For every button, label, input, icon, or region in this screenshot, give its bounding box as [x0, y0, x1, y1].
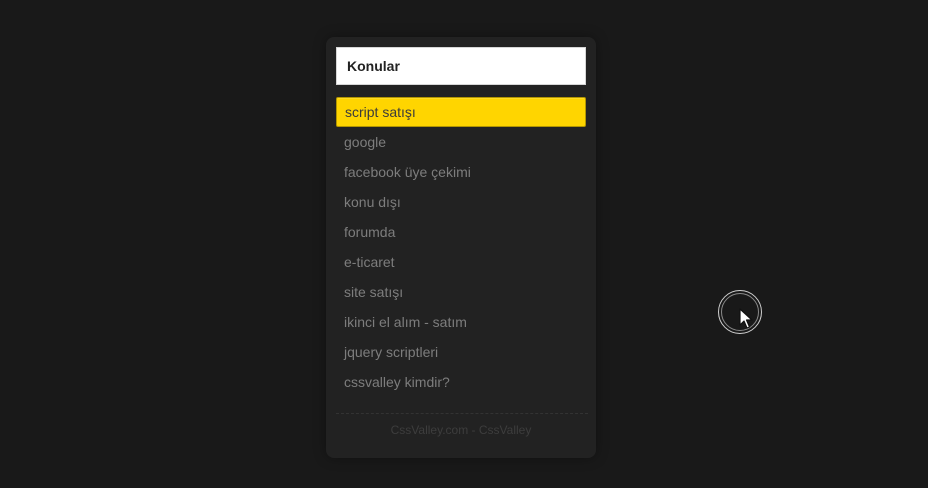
menu-item-jquery-scriptleri[interactable]: jquery scriptleri — [336, 337, 586, 367]
topics-panel: Konular script satışı google facebook üy… — [326, 37, 596, 458]
menu-item-google[interactable]: google — [336, 127, 586, 157]
menu-item-facebook-uye-cekimi[interactable]: facebook üye çekimi — [336, 157, 586, 187]
mouse-pointer-icon — [739, 308, 753, 329]
page: Konular script satışı google facebook üy… — [0, 0, 928, 488]
panel-title: Konular — [336, 47, 586, 85]
menu-item-cssvalley-kimdir[interactable]: cssvalley kimdir? — [336, 367, 586, 397]
menu-item-ikinci-el[interactable]: ikinci el alım - satım — [336, 307, 586, 337]
menu-item-site-satisi[interactable]: site satışı — [336, 277, 586, 307]
topics-menu: script satışı google facebook üye çekimi… — [336, 97, 586, 397]
menu-item-e-ticaret[interactable]: e-ticaret — [336, 247, 586, 277]
footer-divider — [336, 413, 588, 414]
footer-credit: CssValley.com - CssValley — [390, 423, 532, 437]
menu-item-forumda[interactable]: forumda — [336, 217, 586, 247]
menu-item-konu-disi[interactable]: konu dışı — [336, 187, 586, 217]
menu-item-script-satisi[interactable]: script satışı — [336, 97, 586, 127]
